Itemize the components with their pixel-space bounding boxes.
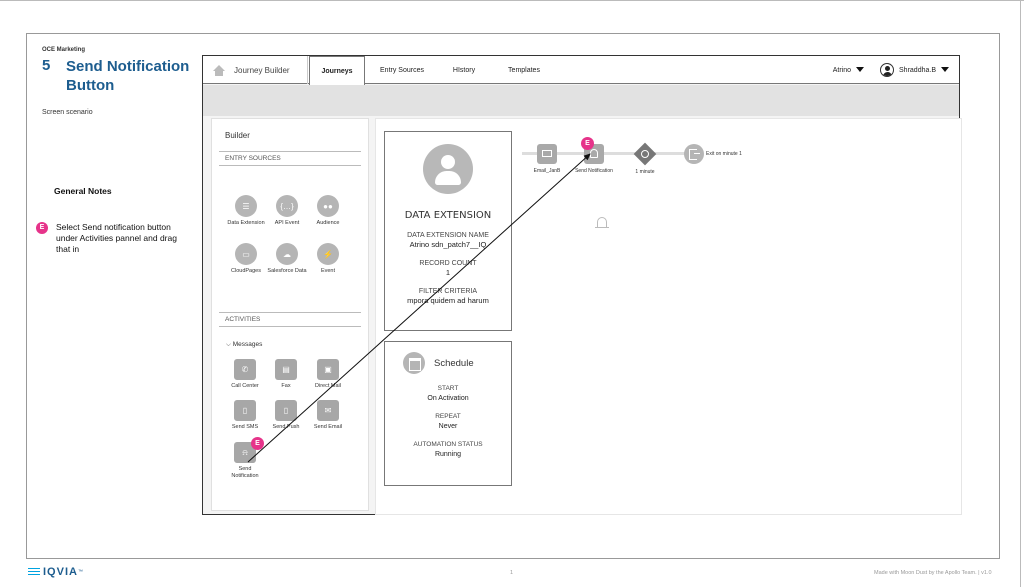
messages-group[interactable]: ⌵ Messages [226,341,262,349]
chevron-down-icon [856,66,865,72]
de-count-value: 1 [445,268,451,277]
note-text: Select Send notification button under Ac… [56,222,177,254]
schedule-status-value: Running [434,451,462,458]
activity-send-sms[interactable]: ▯ Send SMS [225,400,265,431]
data-extension-card[interactable]: DATA EXTENSION DATA EXTENSION NAME Atrin… [384,131,512,331]
data-extension-title: DATA EXTENSION [404,210,492,221]
entry-audience[interactable]: ●● Audience [308,195,348,227]
home-label: Journey Builder [234,65,290,75]
fax-icon: ▤ [275,359,297,380]
slide-title: Send Notification Button [66,58,190,94]
home-icon [213,64,225,76]
footer-credit: Made with Moon Dust by the Apollo Team. … [874,570,992,576]
direct-mail-icon: ▣ [317,359,339,380]
schedule-status-label: AUTOMATION STATUS [413,441,483,448]
activity-send-email[interactable]: ✉ Send Email [308,400,348,431]
phone-icon: ✆ [234,359,256,380]
entry-cloudpages[interactable]: ▭ CloudPages [226,243,266,275]
de-filter-label: FILTER CRITERIA [418,288,478,295]
clock-icon [633,142,657,166]
step-badge-canvas: E [581,137,594,150]
user-area: Atrino Shraddha.B [833,56,949,84]
exit-label: Exit on minute 1 [706,151,742,157]
avatar[interactable] [880,63,895,77]
calendar-icon [403,352,425,374]
toolbar-band [203,85,959,116]
activity-direct-mail[interactable]: ▣ Direct Mail [308,359,348,390]
builder-title: Builder [225,131,250,140]
schedule-header: Schedule [385,342,511,374]
email-icon [537,144,557,164]
builder-panel: Builder ENTRY SOURCES ☰ Data Extension {… [211,118,369,511]
right-border [1020,0,1021,587]
de-name-label: DATA EXTENSION NAME [407,232,489,239]
tab-templates[interactable]: Templates [495,56,553,84]
general-notes-title: General Notes [54,186,112,196]
flow-node-email[interactable]: Email_JanB [527,144,567,174]
de-name-value: Atrino sdn_patch7__IQ [409,240,487,249]
home-tab[interactable]: Journey Builder [203,56,308,84]
schedule-repeat-label: REPEAT [435,413,461,420]
step-badge-builder: E [251,437,264,450]
event-bolt-icon: ⚡ [317,243,339,265]
slide-number: 5 [42,57,51,74]
user-name: Shraddha.B [899,66,936,74]
de-filter-value: mpora quidem ad harum [407,296,489,305]
top-border [0,0,1024,1]
activity-fax[interactable]: ▤ Fax [266,359,306,390]
tab-journeys[interactable]: Journeys [309,56,365,85]
email-icon: ✉ [317,400,339,421]
schedule-repeat-value: Never [438,423,458,430]
entry-salesforce-data[interactable]: ☁ Salesforce Data [267,243,307,275]
project-label: OCE Marketing [42,47,86,53]
logo-lines-icon [28,567,40,577]
entry-data-extension[interactable]: ☰ Data Extension [226,195,266,227]
cloudpages-icon: ▭ [235,243,257,265]
schedule-title: Schedule [434,357,474,369]
page-number: 1 [510,570,514,576]
user-menu[interactable]: Shraddha.B [899,66,949,74]
exit-icon[interactable] [684,144,704,164]
journey-builder-window: Journey Builder Journeys Entry Sources H… [202,55,962,515]
flow-node-wait[interactable]: 1 minute [625,142,665,175]
flow-node-send-notification[interactable]: Send Notification [574,144,614,174]
activity-send-push[interactable]: ▯ Send Push [266,400,306,431]
app-header: Journey Builder Journeys Entry Sources H… [203,56,959,85]
entry-sources-header: ENTRY SOURCES [219,151,361,166]
messages-label: Messages [232,341,263,348]
iqvia-logo: IQVIA ™ [28,566,84,578]
scenario-label: Screen scenario [42,109,93,116]
entry-event[interactable]: ⚡ Event [308,243,348,275]
org-name: Atrino [832,66,852,74]
data-extension-avatar-icon [423,144,473,194]
activities-header: ACTIVITIES [219,312,361,327]
entry-api-event[interactable]: {…} API Event [267,195,307,227]
org-selector[interactable]: Atrino [832,66,865,74]
chevron-down-icon [941,66,949,72]
de-count-label: RECORD COUNT [419,260,477,267]
drop-target-bell-icon [595,217,609,228]
push-icon: ▯ [275,400,297,421]
data-extension-icon: ☰ [235,195,257,217]
sms-icon: ▯ [234,400,256,421]
schedule-start-label: START [437,385,459,392]
api-event-icon: {…} [276,195,298,217]
chevron-down-icon: ⌵ [226,341,233,348]
journey-canvas[interactable]: DATA EXTENSION DATA EXTENSION NAME Atrin… [375,118,962,515]
note-step-badge: E [36,222,48,234]
schedule-start-value: On Activation [427,395,469,402]
audience-icon: ●● [317,195,339,217]
activity-call-center[interactable]: ✆ Call Center [225,359,265,390]
salesforce-cloud-icon: ☁ [276,243,298,265]
tab-entry-sources[interactable]: Entry Sources [371,56,433,84]
schedule-card[interactable]: Schedule START On Activation REPEAT Neve… [384,341,512,486]
tab-history[interactable]: HIstory [441,56,487,84]
